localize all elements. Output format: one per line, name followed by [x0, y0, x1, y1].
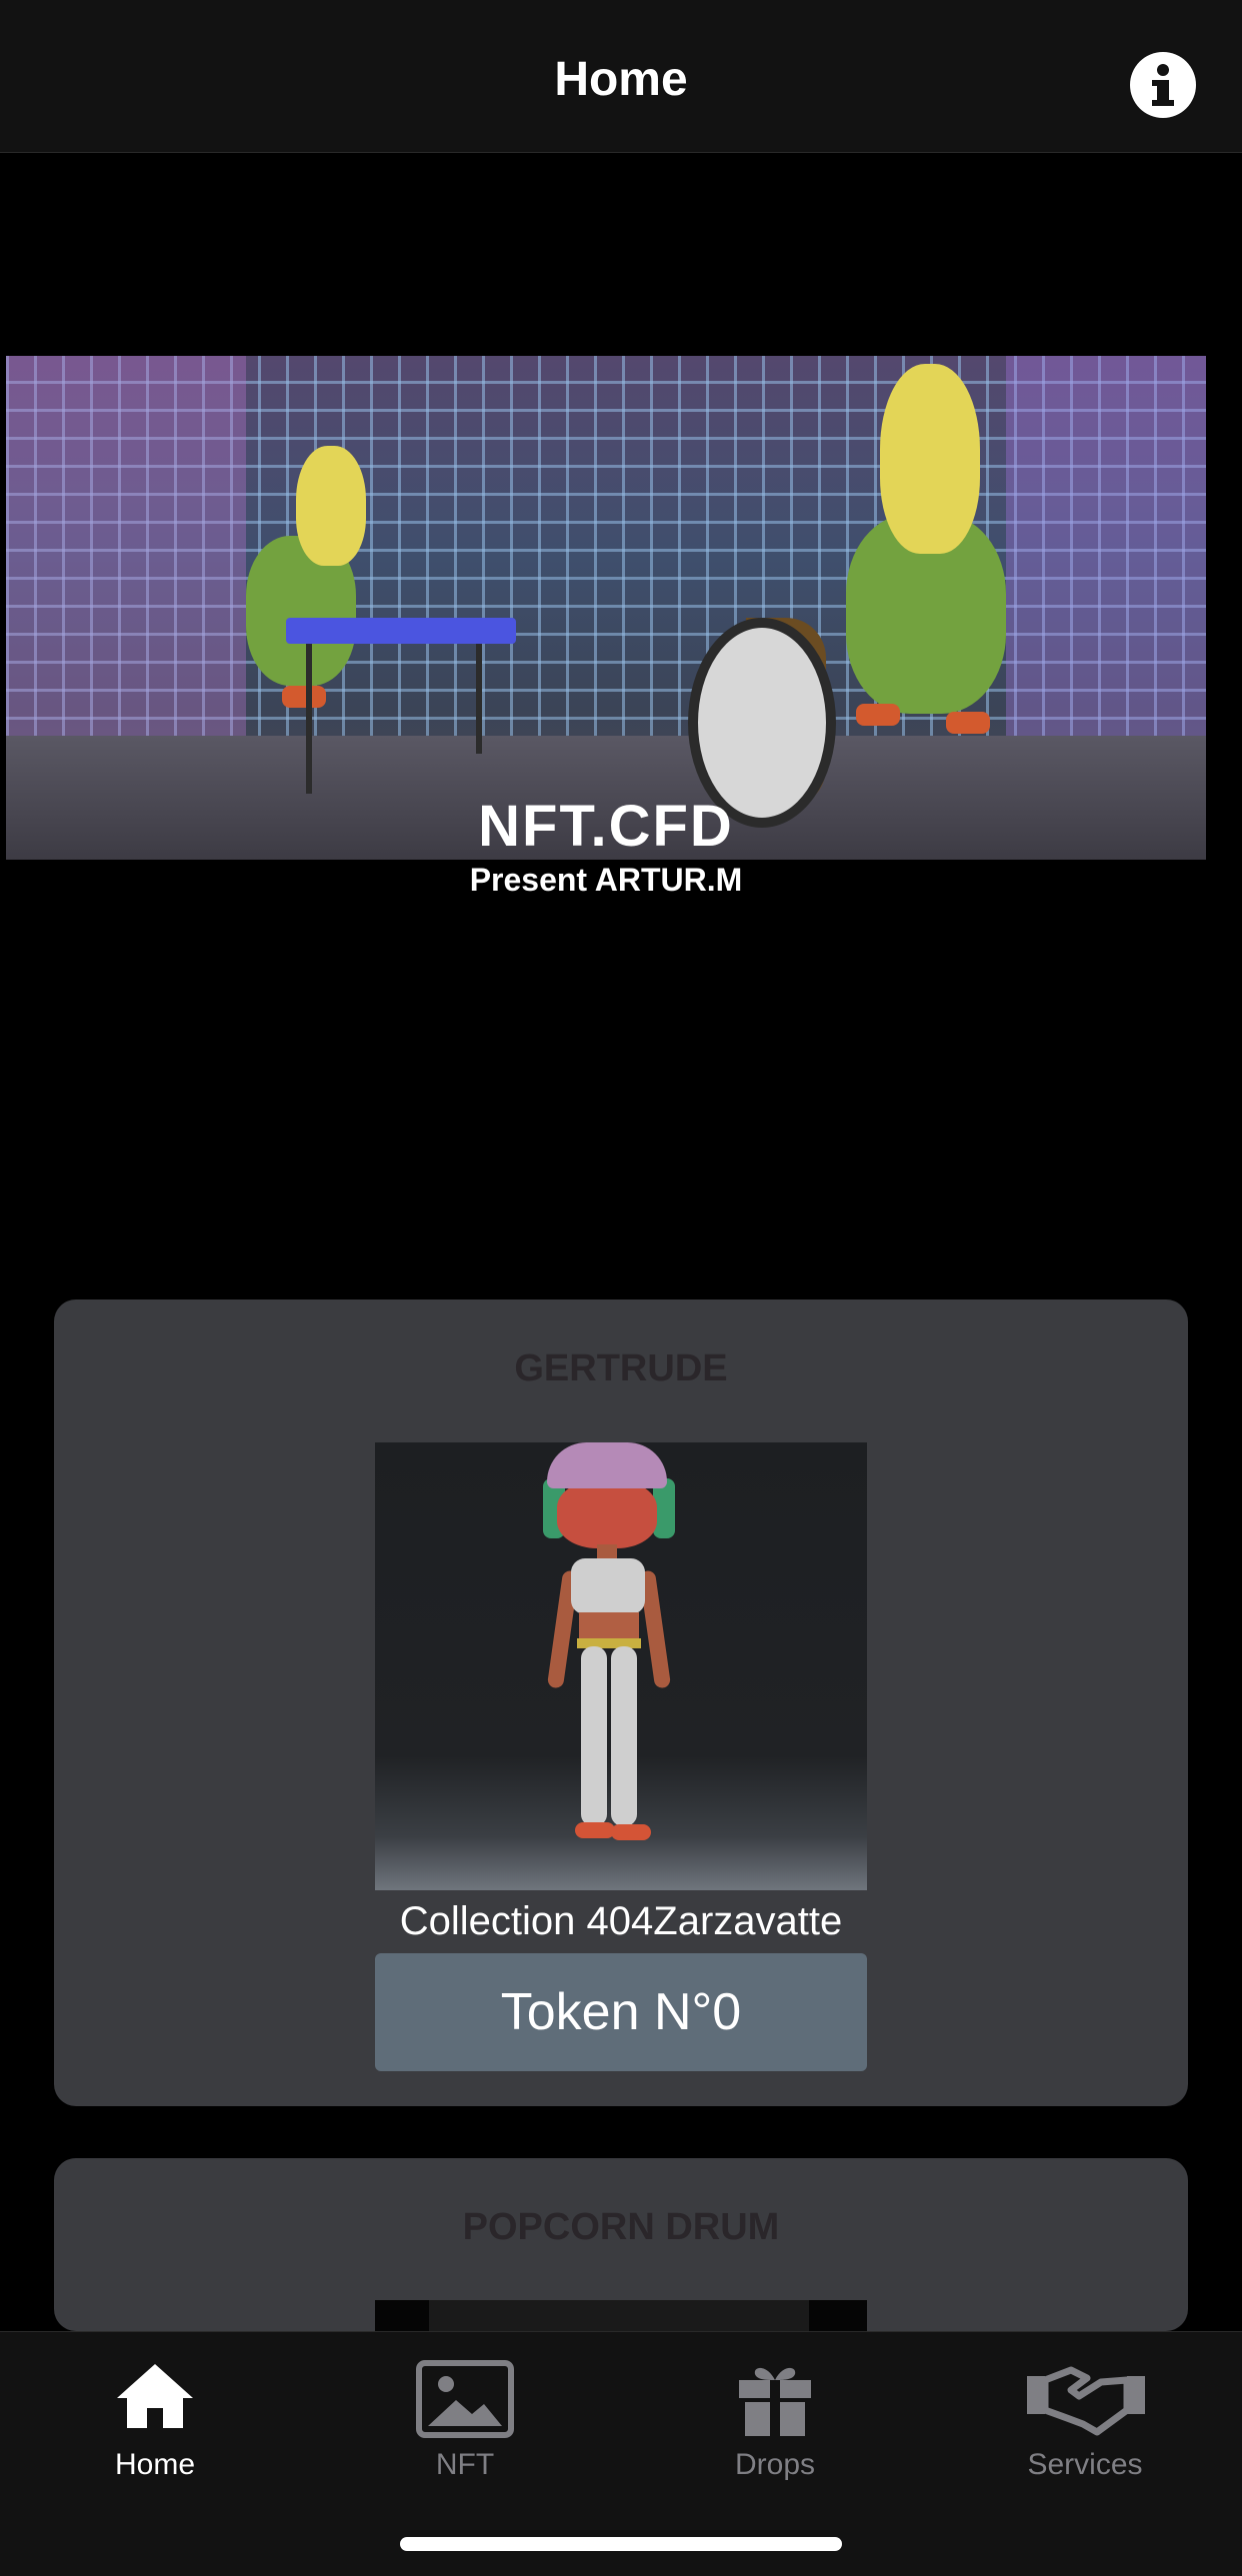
hero-glow-right — [1006, 356, 1206, 756]
keyboard-stand-leg — [306, 644, 312, 794]
image-icon — [416, 2360, 514, 2438]
token-button[interactable]: Token N°0 — [375, 1953, 867, 2071]
nft-collection-label: Collection 404Zarzavatte — [399, 1899, 843, 1943]
hero-banner-image: NFT.CFD — [6, 356, 1206, 860]
nft-thumbnail-inner — [429, 2300, 809, 2331]
hero-glow-left — [6, 356, 246, 756]
page-title: Home — [554, 53, 688, 106]
handshake-icon — [1027, 2366, 1145, 2436]
home-indicator[interactable] — [400, 2537, 842, 2551]
keyboard-prop — [286, 618, 516, 644]
tab-nft-label: NFT — [435, 2448, 495, 2481]
tab-home-label: Home — [114, 2448, 196, 2481]
tab-drops[interactable]: Drops — [620, 2332, 930, 2492]
gift-icon — [739, 2367, 811, 2436]
character-helmet — [547, 1442, 667, 1488]
nft-thumbnail-image[interactable] — [375, 1442, 867, 1890]
nft-card: GERTRUDE Collection 404Zarzavatte Token … — [54, 1299, 1188, 2106]
info-icon-dot — [1157, 64, 1169, 76]
corn-shoe — [282, 686, 326, 708]
keyboard-stand-leg — [476, 644, 482, 754]
home-icon — [117, 2364, 193, 2428]
tab-services-label: Services — [1027, 2448, 1143, 2481]
tab-services[interactable]: Services — [930, 2332, 1240, 2492]
top-navigation-bar: Home — [0, 0, 1242, 153]
character-leg — [581, 1646, 607, 1826]
tab-nft[interactable]: NFT — [310, 2332, 620, 2492]
character-shoe — [611, 1824, 651, 1840]
character-face — [557, 1480, 657, 1548]
nft-thumbnail-image[interactable] — [375, 2300, 867, 2331]
nft-card: POPCORN DRUM — [54, 2158, 1188, 2331]
nft-card-title: POPCORN DRUM — [462, 2206, 780, 2248]
nft-card-title: GERTRUDE — [514, 1347, 728, 1389]
tab-drops-label: Drops — [734, 2448, 816, 2481]
hero-logo-text: NFT.CFD — [478, 794, 734, 859]
character-shoe — [575, 1822, 615, 1838]
bottom-tab-bar: Home NFT Drops Services — [0, 2331, 1242, 2576]
character-top — [571, 1558, 645, 1614]
character-leg — [611, 1646, 637, 1826]
corn-shoe — [856, 704, 900, 726]
corn-head — [296, 446, 366, 566]
info-icon-base — [1152, 100, 1174, 106]
corn-head — [880, 364, 980, 554]
tab-home[interactable]: Home — [0, 2332, 310, 2492]
info-icon[interactable] — [1130, 52, 1196, 118]
corn-shoe — [946, 712, 990, 734]
hero-subtitle: Present ARTUR.M — [469, 862, 743, 898]
